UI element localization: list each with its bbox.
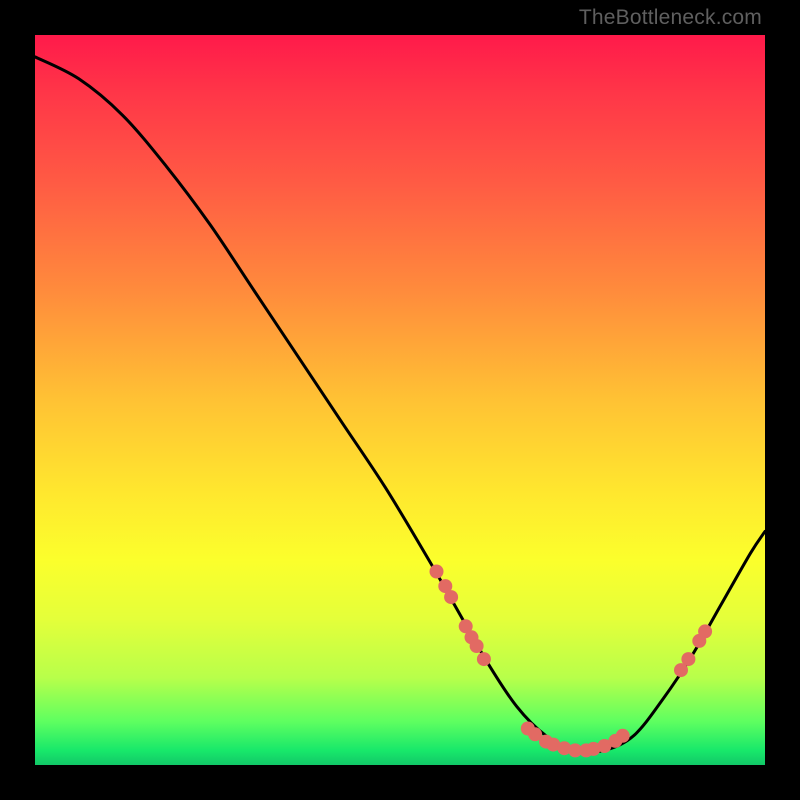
curve-marker <box>470 639 484 653</box>
curve-marker <box>698 624 712 638</box>
chart-svg <box>35 35 765 765</box>
curve-marker <box>444 590 458 604</box>
chart-plot-area <box>35 35 765 765</box>
curve-marker <box>430 565 444 579</box>
curve-marker <box>681 652 695 666</box>
curve-marker <box>477 652 491 666</box>
curve-marker <box>616 729 630 743</box>
watermark-text: TheBottleneck.com <box>579 6 762 30</box>
curve-markers <box>430 565 713 758</box>
bottleneck-curve <box>35 57 765 752</box>
